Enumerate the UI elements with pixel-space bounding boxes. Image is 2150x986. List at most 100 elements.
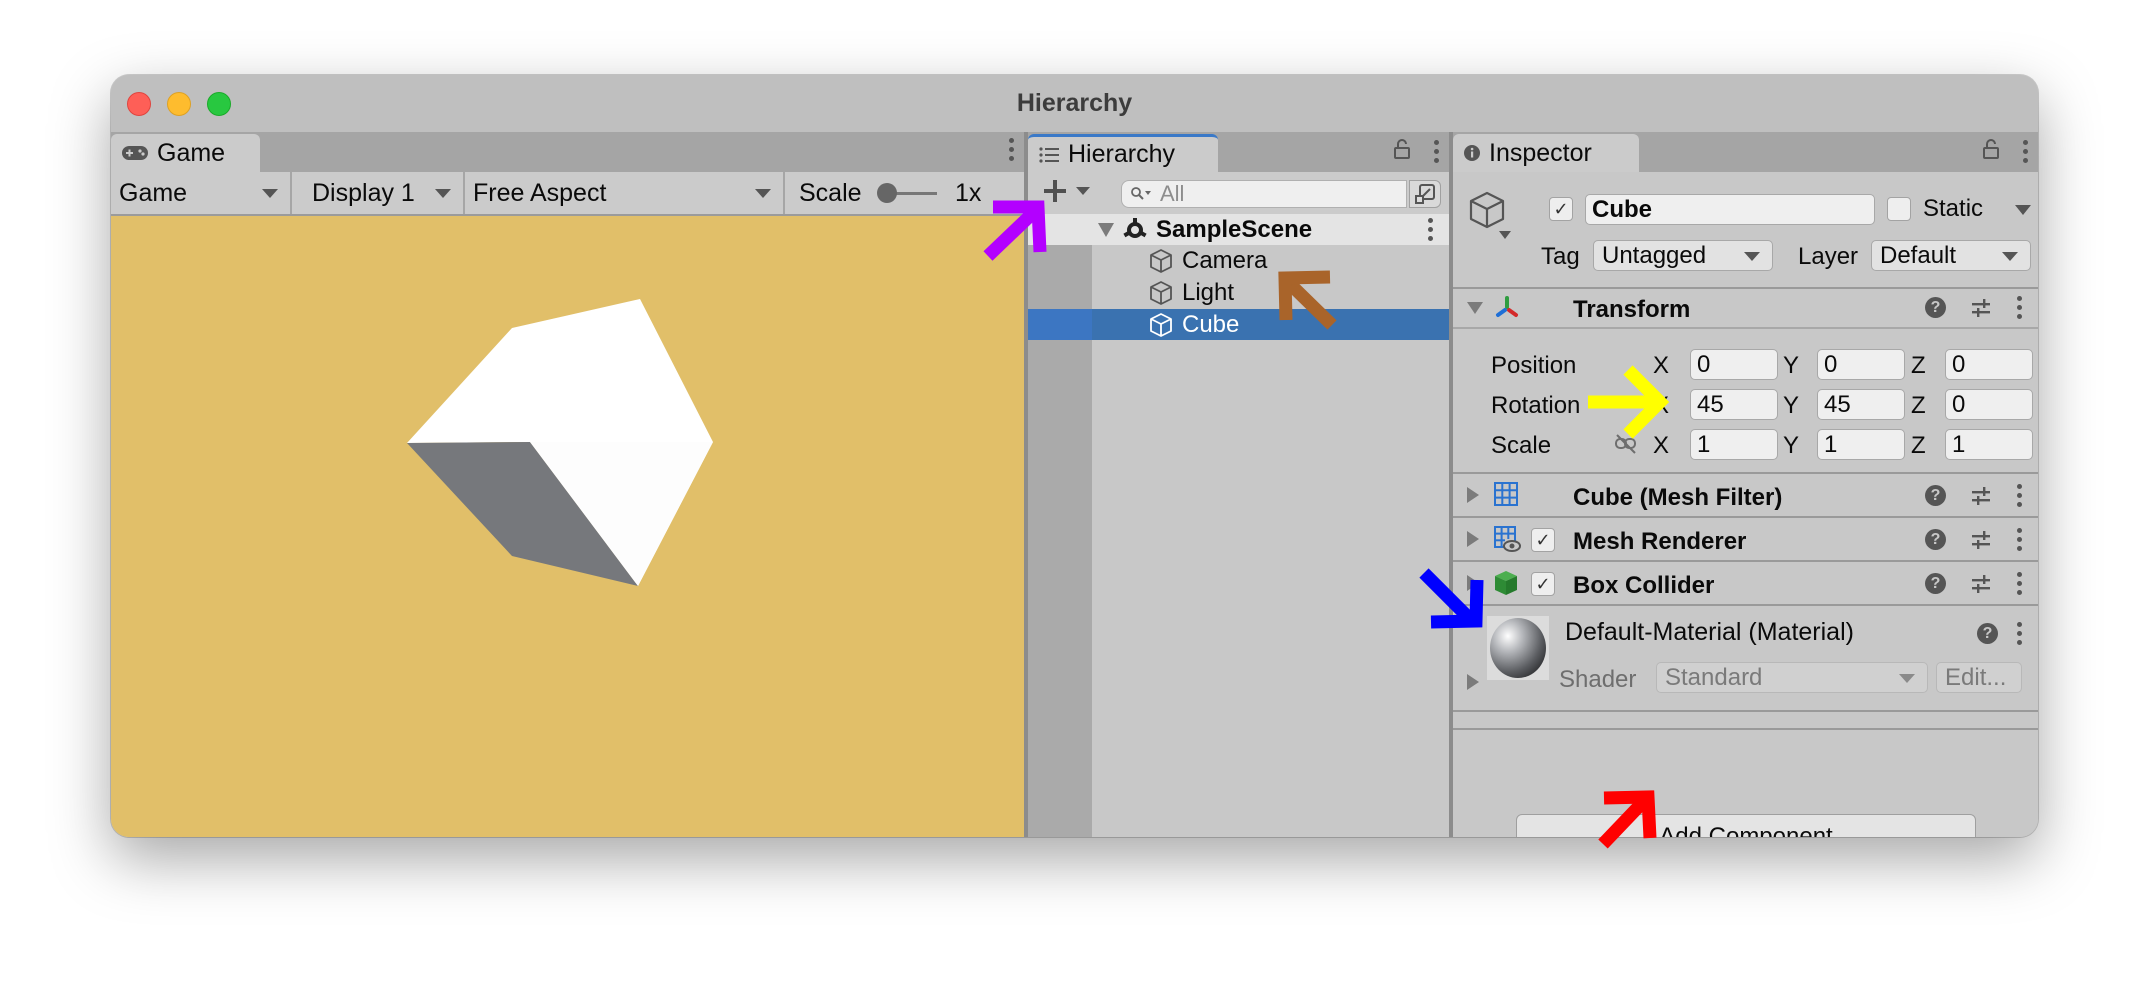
- transform-header[interactable]: Transform ?: [1453, 288, 2038, 329]
- aspect-dropdown[interactable]: Free Aspect: [465, 172, 785, 214]
- field-value: 0: [1952, 350, 1966, 378]
- constrain-proportions-icon[interactable]: [1614, 433, 1638, 455]
- active-checkbox[interactable]: ✓: [1549, 197, 1573, 221]
- lock-icon[interactable]: [1393, 138, 1411, 165]
- section-divider: [1453, 728, 2038, 730]
- position-z-field[interactable]: 0: [1945, 349, 2033, 380]
- axis-x-label: X: [1653, 352, 1670, 379]
- mesh-filter-header[interactable]: Cube (Mesh Filter) ?: [1453, 474, 2038, 518]
- hierarchy-panel: Hierarchy All SampleScene Camera Light C…: [1028, 132, 1449, 837]
- static-checkbox[interactable]: [1887, 197, 1911, 221]
- game-panel-menu-icon[interactable]: [1008, 138, 1014, 161]
- field-value: 1: [1824, 430, 1838, 458]
- tab-hierarchy[interactable]: Hierarchy: [1028, 134, 1218, 172]
- tag-dropdown[interactable]: Untagged: [1593, 240, 1773, 271]
- material-menu-icon[interactable]: [2016, 622, 2022, 645]
- material-preview[interactable]: [1487, 616, 1549, 680]
- tab-inspector-label: Inspector: [1489, 138, 1592, 167]
- search-scene-button[interactable]: [1409, 180, 1441, 208]
- game-toolbar: Game Display 1 Free Aspect Scale 1x: [111, 172, 1024, 216]
- material-section: Default-Material (Material) ? Shader Sta…: [1453, 606, 2038, 712]
- mesh-renderer-enabled-checkbox[interactable]: ✓: [1531, 528, 1555, 552]
- component-menu-icon[interactable]: [2016, 484, 2022, 507]
- info-icon: [1463, 144, 1481, 162]
- rotation-y-field[interactable]: 45: [1817, 389, 1905, 420]
- add-component-button[interactable]: Add Component: [1516, 814, 1976, 837]
- position-y-field[interactable]: 0: [1817, 349, 1905, 380]
- box-collider-header[interactable]: ✓ Box Collider ?: [1453, 562, 2038, 606]
- gameobject-header: ✓ Cube Static Tag Untagged Layer Default: [1453, 172, 2038, 289]
- scale-slider-knob[interactable]: [877, 183, 897, 203]
- axis-y-label: Y: [1783, 432, 1800, 459]
- shader-dropdown[interactable]: Standard: [1656, 662, 1928, 693]
- hierarchy-search-input[interactable]: All: [1121, 180, 1407, 208]
- gameobject-cube-icon: [1150, 280, 1172, 305]
- component-menu-icon[interactable]: [2016, 296, 2022, 319]
- preset-icon[interactable]: [1970, 297, 1992, 319]
- scale-label: Scale: [799, 178, 862, 207]
- hierarchy-menu-icon[interactable]: [1433, 140, 1439, 163]
- hierarchy-create-button[interactable]: [1042, 178, 1090, 204]
- gameobject-icon[interactable]: [1467, 189, 1513, 248]
- foldout-closed-icon[interactable]: [1467, 674, 1479, 690]
- mesh-renderer-header[interactable]: ✓ Mesh Renderer ?: [1453, 518, 2038, 562]
- tab-game-label: Game: [157, 138, 226, 167]
- game-mode-dropdown[interactable]: Game: [111, 172, 292, 214]
- help-icon[interactable]: ?: [1925, 485, 1946, 506]
- add-component-label: Add Component: [1659, 823, 1833, 837]
- help-icon[interactable]: ?: [1925, 529, 1946, 550]
- static-dropdown-icon[interactable]: [2015, 204, 2031, 216]
- inspector-menu-icon[interactable]: [2022, 140, 2028, 163]
- axis-x-label: X: [1653, 432, 1670, 459]
- foldout-closed-icon[interactable]: [1467, 575, 1479, 591]
- hierarchy-item[interactable]: Camera: [1028, 245, 1449, 276]
- unity-scene-icon: [1123, 217, 1147, 238]
- preset-icon[interactable]: [1970, 573, 1992, 595]
- gamepad-icon: [121, 144, 149, 162]
- help-icon[interactable]: ?: [1925, 297, 1946, 318]
- foldout-open-icon[interactable]: [1098, 222, 1114, 237]
- foldout-closed-icon[interactable]: [1467, 531, 1479, 547]
- chevron-down-icon: [262, 189, 278, 198]
- display-dropdown[interactable]: Display 1: [292, 172, 465, 214]
- scale-label: Scale: [1491, 432, 1552, 459]
- hierarchy-item[interactable]: Light: [1028, 277, 1449, 308]
- scale-x-field[interactable]: 1: [1690, 429, 1778, 460]
- tab-inspector[interactable]: Inspector: [1453, 134, 1639, 172]
- preset-icon[interactable]: [1970, 529, 1992, 551]
- position-x-field[interactable]: 0: [1690, 349, 1778, 380]
- hierarchy-item-selected[interactable]: Cube: [1028, 309, 1449, 340]
- component-menu-icon[interactable]: [2016, 572, 2022, 595]
- foldout-open-icon[interactable]: [1467, 302, 1483, 314]
- rotation-label: Rotation: [1491, 392, 1581, 419]
- edit-label: Edit...: [1945, 663, 2007, 691]
- lock-icon[interactable]: [1982, 138, 2000, 165]
- help-icon[interactable]: ?: [1977, 623, 1998, 644]
- layer-dropdown[interactable]: Default: [1871, 240, 2031, 271]
- chevron-down-icon: [1076, 187, 1090, 195]
- axis-y-label: Y: [1783, 352, 1800, 379]
- hierarchy-toolbar: All: [1028, 172, 1449, 214]
- rotation-x-field[interactable]: 45: [1690, 389, 1778, 420]
- preset-icon[interactable]: [1970, 485, 1992, 507]
- component-name: Cube (Mesh Filter): [1573, 484, 1783, 511]
- aspect-value: Free Aspect: [473, 178, 607, 207]
- scale-z-field[interactable]: 1: [1945, 429, 2033, 460]
- inspector-panel: Inspector ✓ Cube Static Tag Untagged Lay…: [1453, 132, 2038, 837]
- mesh-filter-icon: [1493, 481, 1519, 512]
- tab-game[interactable]: Game: [111, 134, 260, 172]
- shader-edit-button[interactable]: Edit...: [1936, 662, 2022, 693]
- object-name-field[interactable]: Cube: [1585, 194, 1875, 225]
- scene-menu-icon[interactable]: [1427, 218, 1433, 241]
- component-menu-icon[interactable]: [2016, 528, 2022, 551]
- help-icon[interactable]: ?: [1925, 573, 1946, 594]
- field-value: 45: [1697, 390, 1724, 418]
- axis-z-label: Z: [1911, 352, 1926, 379]
- chevron-down-icon: [1744, 252, 1760, 261]
- box-collider-enabled-checkbox[interactable]: ✓: [1531, 572, 1555, 596]
- scale-y-field[interactable]: 1: [1817, 429, 1905, 460]
- rotation-z-field[interactable]: 0: [1945, 389, 2033, 420]
- foldout-closed-icon[interactable]: [1467, 487, 1479, 503]
- scene-row[interactable]: SampleScene: [1028, 214, 1449, 245]
- game-viewport[interactable]: [111, 216, 1024, 837]
